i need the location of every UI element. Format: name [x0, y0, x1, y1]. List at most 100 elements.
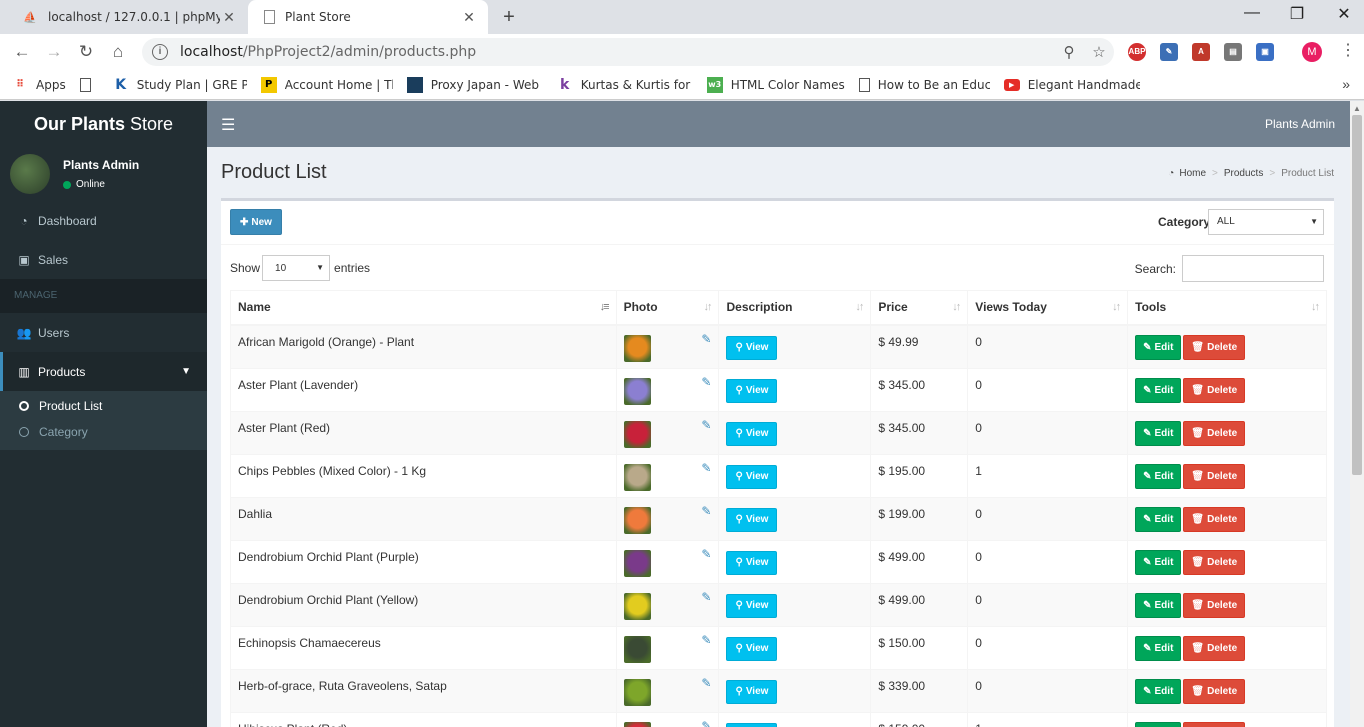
entries-select[interactable]: 10 ▼ — [262, 255, 331, 281]
new-product-button[interactable]: ✚ New — [230, 209, 282, 235]
delete-button[interactable]: 🗑Delete — [1183, 722, 1246, 727]
bookmark-study-plan[interactable]: K Study Plan | GRE Prac — [113, 77, 246, 93]
column-header-photo[interactable]: Photo ↓↑ — [615, 290, 720, 326]
edit-button[interactable]: ✎Edit — [1135, 378, 1182, 403]
extension-cube-icon[interactable]: ▣ — [1256, 43, 1274, 61]
zoom-icon[interactable]: ⚲ — [1054, 43, 1084, 61]
edit-photo-icon[interactable]: ✎ — [701, 461, 711, 475]
restore-icon[interactable]: ❐ — [1285, 4, 1309, 24]
reload-icon[interactable]: ↻ — [70, 42, 102, 62]
view-description-button[interactable]: ⚲View — [726, 593, 778, 618]
delete-button[interactable]: 🗑Delete — [1183, 378, 1246, 403]
info-icon[interactable]: i — [152, 44, 168, 60]
view-description-button[interactable]: ⚲View — [726, 378, 778, 403]
view-description-button[interactable]: ⚲View — [726, 421, 778, 446]
view-description-button[interactable]: ⚲View — [726, 550, 778, 575]
delete-button[interactable]: 🗑Delete — [1183, 507, 1246, 532]
delete-button[interactable]: 🗑Delete — [1183, 421, 1246, 446]
sidebar-item-dashboard[interactable]: ◔ Dashboard — [0, 201, 207, 240]
extension-icon[interactable]: ▤ — [1224, 43, 1242, 61]
breadcrumb-home[interactable]: Home — [1179, 168, 1206, 179]
adblock-icon[interactable]: ABP — [1128, 43, 1146, 61]
edit-photo-icon[interactable]: ✎ — [701, 719, 711, 727]
view-description-button[interactable]: ⚲View — [726, 679, 778, 704]
browser-tab-phpmyadmin[interactable]: ⛵ localhost / 127.0.0.1 | phpMyAdmin ✕ — [8, 0, 248, 34]
close-icon[interactable]: ✕ — [220, 9, 238, 26]
hamburger-menu-icon[interactable]: ☰ — [221, 115, 235, 135]
delete-button[interactable]: 🗑Delete — [1183, 593, 1246, 618]
sidebar-item-sales[interactable]: ▣ Sales — [0, 240, 207, 279]
forward-icon[interactable]: → — [38, 42, 70, 62]
edit-photo-icon[interactable]: ✎ — [701, 590, 711, 604]
back-icon[interactable]: ← — [6, 42, 38, 62]
page-scrollbar[interactable]: ▲ — [1350, 101, 1364, 727]
edit-button[interactable]: ✎Edit — [1135, 593, 1182, 618]
admin-user-menu[interactable]: Plants Admin — [1265, 117, 1335, 131]
description-cell: ⚲View — [718, 668, 872, 713]
column-header-price[interactable]: Price ↓↑ — [870, 290, 969, 326]
edit-photo-icon[interactable]: ✎ — [701, 633, 711, 647]
sidebar-item-category[interactable]: Category — [0, 419, 207, 445]
edit-photo-icon[interactable]: ✎ — [701, 504, 711, 518]
extension-icon[interactable]: ✎ — [1160, 43, 1178, 61]
column-header-description[interactable]: Description ↓↑ — [718, 290, 872, 326]
bookmark-elegant[interactable]: ▶ Elegant Handmade G — [1003, 78, 1140, 92]
sidebar-item-users[interactable]: 👥 Users — [0, 313, 207, 352]
edit-photo-icon[interactable]: ✎ — [701, 418, 711, 432]
edit-button[interactable]: ✎Edit — [1135, 722, 1182, 727]
sidebar-item-product-list[interactable]: Product List — [0, 393, 207, 419]
edit-button[interactable]: ✎Edit — [1135, 679, 1182, 704]
category-select[interactable]: ALL ▼ — [1208, 209, 1324, 235]
bookmark-html-colors[interactable]: w3 HTML Color Names — [706, 76, 845, 93]
bookmark-how-to[interactable]: How to Be an Educat — [858, 77, 990, 92]
view-description-button[interactable]: ⚲View — [726, 636, 778, 661]
column-header-views-today[interactable]: Views Today ↓↑ — [967, 290, 1129, 326]
close-icon[interactable]: ✕ — [460, 9, 478, 26]
edit-photo-icon[interactable]: ✎ — [701, 375, 711, 389]
search-input[interactable] — [1182, 255, 1324, 282]
view-description-button[interactable]: ⚲View — [726, 335, 778, 360]
bookmark-account-home[interactable]: P Account Home | The — [260, 76, 393, 93]
column-header-name[interactable]: Name ↓≡ — [230, 290, 617, 326]
window-close-icon[interactable]: ✕ — [1332, 4, 1356, 24]
new-tab-icon[interactable]: + — [498, 6, 520, 29]
breadcrumb-products[interactable]: Products — [1224, 168, 1263, 179]
view-description-button[interactable]: ⚲View — [726, 722, 778, 727]
bookmark-star-icon[interactable]: ☆ — [1084, 43, 1114, 61]
pdf-icon[interactable]: A — [1192, 43, 1210, 61]
delete-button[interactable]: 🗑Delete — [1183, 335, 1246, 360]
delete-button[interactable]: 🗑Delete — [1183, 550, 1246, 575]
more-bookmarks-icon[interactable]: » — [1342, 76, 1350, 92]
address-bar[interactable]: i localhost/PhpProject2/admin/products.p… — [142, 38, 1114, 66]
url-text[interactable]: localhost/PhpProject2/admin/products.php — [180, 44, 1054, 60]
edit-button[interactable]: ✎Edit — [1135, 421, 1182, 446]
view-description-button[interactable]: ⚲View — [726, 507, 778, 532]
edit-button[interactable]: ✎Edit — [1135, 550, 1182, 575]
bookmark-apps[interactable]: ⠿ Apps — [12, 77, 66, 93]
scrollbar-thumb[interactable] — [1352, 115, 1362, 475]
description-cell: ⚲View — [718, 453, 872, 498]
edit-button[interactable]: ✎Edit — [1135, 507, 1182, 532]
delete-button[interactable]: 🗑Delete — [1183, 464, 1246, 489]
delete-button[interactable]: 🗑Delete — [1183, 636, 1246, 661]
browser-tab-plant-store[interactable]: Plant Store ✕ — [248, 0, 488, 34]
delete-button[interactable]: 🗑Delete — [1183, 679, 1246, 704]
menu-kebab-icon[interactable]: ⋮ — [1340, 40, 1356, 60]
profile-avatar[interactable]: M — [1302, 42, 1322, 62]
sidebar-item-products[interactable]: ▥ Products ▼ — [0, 352, 207, 391]
bookmark-proxy-japan[interactable]: Proxy Japan - Web Pr — [406, 76, 543, 93]
edit-button[interactable]: ✎Edit — [1135, 335, 1182, 360]
brand-logo[interactable]: Our Plants Store — [0, 101, 207, 147]
edit-photo-icon[interactable]: ✎ — [701, 547, 711, 561]
bookmark-kurtas[interactable]: k Kurtas & Kurtis for W — [557, 77, 693, 93]
view-description-button[interactable]: ⚲View — [726, 464, 778, 489]
minimize-icon[interactable]: — — [1240, 4, 1264, 22]
home-icon[interactable]: ⌂ — [102, 42, 134, 62]
edit-button[interactable]: ✎Edit — [1135, 464, 1182, 489]
edit-photo-icon[interactable]: ✎ — [701, 676, 711, 690]
edit-photo-icon[interactable]: ✎ — [701, 332, 711, 346]
bookmark-page[interactable] — [79, 77, 99, 92]
column-header-tools[interactable]: Tools ↓↑ — [1127, 290, 1327, 326]
edit-button[interactable]: ✎Edit — [1135, 636, 1182, 661]
scroll-up-icon[interactable]: ▲ — [1353, 104, 1361, 113]
